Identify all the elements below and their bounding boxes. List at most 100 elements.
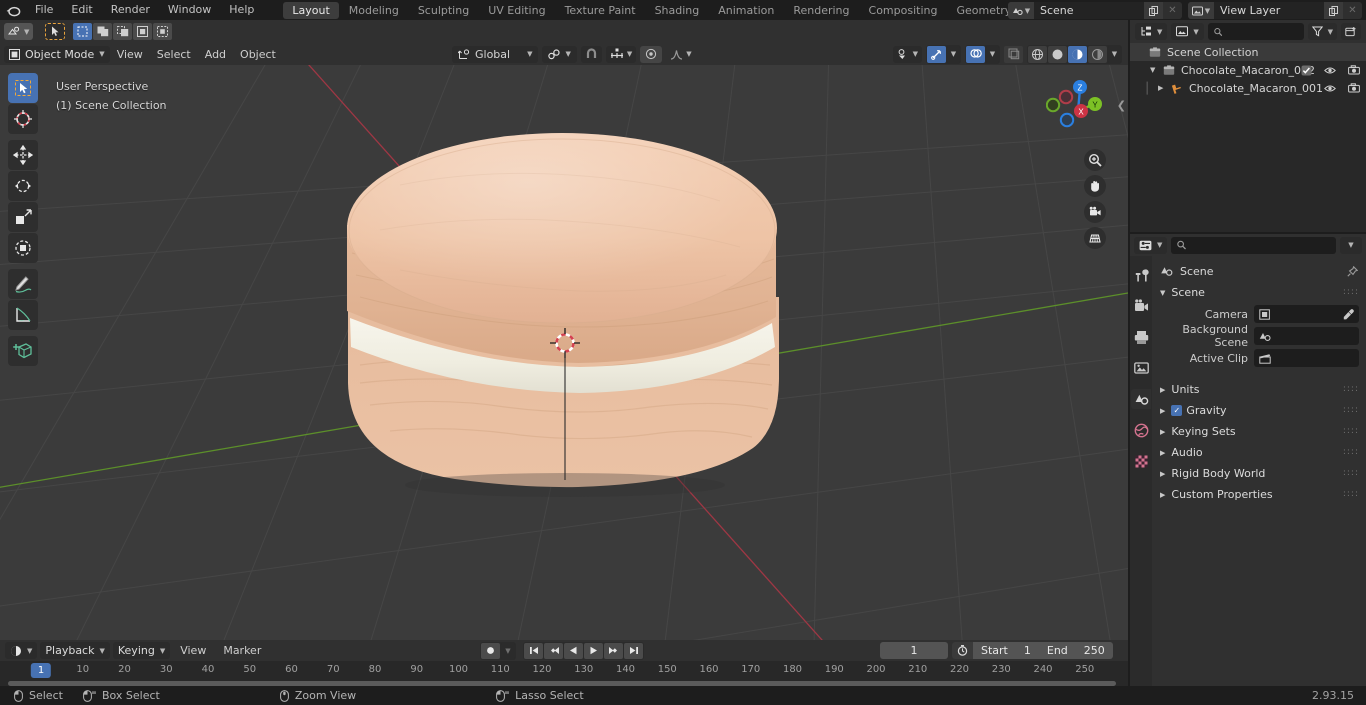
overlay-options-chevron-icon[interactable]: ▼ [986, 45, 999, 63]
properties-search-input[interactable] [1171, 236, 1336, 254]
scene-panel-header[interactable]: ▼ Scene :::: [1152, 282, 1366, 303]
outliner-editor-type-selector[interactable]: ▼ [1135, 23, 1168, 40]
shading-rendered-button[interactable] [1088, 45, 1107, 63]
properties-tab-tool[interactable] [1131, 265, 1151, 285]
select-subtract-button[interactable] [113, 23, 133, 40]
select-extend-button[interactable] [93, 23, 113, 40]
outliner-search-field[interactable] [1227, 25, 1298, 38]
outliner-search-input[interactable] [1207, 23, 1304, 40]
viewport-menu-view[interactable]: View [110, 46, 150, 63]
properties-tab-output[interactable] [1131, 327, 1151, 347]
section-expand-triangle-icon[interactable]: ▶ [1160, 386, 1165, 394]
new-collection-button[interactable] [1341, 23, 1361, 40]
pin-icon[interactable] [1347, 265, 1358, 277]
unlink-scene-button[interactable]: ✕ [1163, 2, 1182, 19]
camera-input[interactable] [1254, 305, 1359, 323]
outliner-row-scene-collection[interactable]: Scene Collection [1130, 43, 1366, 61]
audio-section[interactable]: ▶ Audio :::: [1152, 442, 1366, 463]
xray-toggle-button[interactable] [1004, 45, 1023, 63]
menu-edit[interactable]: Edit [62, 0, 101, 20]
hide-in-viewport-eye-icon[interactable] [1324, 84, 1336, 93]
navigation-gizmo[interactable]: Z Y X [1046, 75, 1110, 139]
snap-toggle-button[interactable] [580, 45, 602, 63]
play-icon[interactable] [584, 642, 603, 659]
disable-in-render-camera-icon[interactable] [1348, 83, 1360, 93]
auto-keying-options-chevron-icon[interactable]: ▼ [501, 642, 515, 659]
workspace-tab-modeling[interactable]: Modeling [340, 2, 408, 19]
keying-sets-section[interactable]: ▶ Keying Sets :::: [1152, 421, 1366, 442]
select-intersect-button[interactable] [133, 23, 153, 40]
zoom-icon[interactable] [1084, 149, 1106, 171]
timeline-menu-view[interactable]: View [173, 642, 213, 659]
proportional-editing-button[interactable]: ▼ [605, 45, 637, 63]
workspace-tab-compositing[interactable]: Compositing [860, 2, 947, 19]
rigid-body-world-section[interactable]: ▶ Rigid Body World :::: [1152, 463, 1366, 484]
outliner-filter-button[interactable]: ▼ [1307, 23, 1337, 40]
outliner-display-mode-selector[interactable]: ▼ [1171, 23, 1204, 40]
exclude-checkbox[interactable] [1301, 65, 1312, 76]
new-view-layer-button[interactable] [1324, 2, 1343, 19]
gizmo-options-chevron-icon[interactable]: ▼ [947, 45, 960, 63]
play-reverse-icon[interactable] [564, 642, 583, 659]
camera-view-icon[interactable] [1084, 201, 1106, 223]
sidebar-collapse-arrow-icon[interactable]: ❮ [1117, 99, 1126, 112]
timeline-menu-playback[interactable]: Playback ▼ [40, 642, 110, 659]
tool-measure[interactable] [8, 300, 38, 330]
menu-window[interactable]: Window [159, 0, 220, 20]
tool-annotate[interactable] [8, 269, 38, 299]
section-expand-triangle-icon[interactable]: ▶ [1160, 491, 1165, 499]
shading-wireframe-button[interactable] [1028, 45, 1047, 63]
record-icon[interactable] [481, 642, 500, 659]
timeline-editor-type-selector[interactable]: ▼ [5, 642, 38, 659]
menu-help[interactable]: Help [220, 0, 263, 20]
proportional-falloff-icon[interactable] [640, 45, 663, 63]
tool-add-cube[interactable] [8, 336, 38, 366]
properties-tab-texture[interactable] [1131, 451, 1151, 471]
view-layer-name[interactable]: View Layer [1214, 2, 1324, 19]
section-expand-triangle-icon[interactable]: ▶ [1160, 449, 1165, 457]
properties-options-chevron-icon[interactable]: ▼ [1340, 236, 1362, 254]
pan-hand-icon[interactable] [1084, 175, 1106, 197]
tool-move[interactable] [8, 140, 38, 170]
workspace-tab-rendering[interactable]: Rendering [784, 2, 858, 19]
properties-tab-view-layer[interactable] [1131, 358, 1151, 378]
gravity-section[interactable]: ▶ ✓ Gravity :::: [1152, 400, 1366, 421]
background-scene-input[interactable] [1254, 327, 1359, 345]
properties-search-field[interactable] [1191, 239, 1330, 251]
visibility-selector[interactable]: ▼ [892, 45, 922, 63]
remove-view-layer-button[interactable]: ✕ [1343, 2, 1362, 19]
disable-in-render-camera-icon[interactable] [1348, 65, 1360, 75]
section-expand-triangle-icon[interactable]: ▶ [1160, 470, 1165, 478]
shading-material-preview-button[interactable] [1068, 45, 1087, 63]
outliner-row-chocolate-macaron-001[interactable]: │ ▶ Chocolate_Macaron_001 [1130, 79, 1366, 97]
custom-properties-section[interactable]: ▶ Custom Properties :::: [1152, 484, 1366, 505]
properties-tab-scene[interactable] [1131, 389, 1151, 409]
tool-scale[interactable] [8, 202, 38, 232]
orthographic-toggle-icon[interactable] [1084, 227, 1106, 249]
select-difference-button[interactable] [153, 23, 173, 40]
blender-logo-icon[interactable] [0, 4, 26, 17]
active-tool-cursor-button[interactable] [45, 23, 66, 40]
show-gizmo-button[interactable] [927, 45, 946, 63]
viewport-menu-object[interactable]: Object [233, 46, 283, 63]
shading-options-chevron-icon[interactable]: ▼ [1108, 45, 1121, 63]
scene-browse-icon[interactable]: ▼ [1008, 2, 1034, 19]
properties-editor-type-selector[interactable]: ▼ [1134, 236, 1168, 254]
tool-rotate[interactable] [8, 171, 38, 201]
viewport-canvas[interactable]: User Perspective (1) Scene Collection Z … [0, 65, 1128, 640]
interaction-mode-selector[interactable]: Object Mode ▼ [4, 45, 110, 63]
shading-solid-button[interactable] [1048, 45, 1067, 63]
workspace-tab-animation[interactable]: Animation [709, 2, 783, 19]
transform-orientation-selector[interactable]: Global ▼ [452, 45, 539, 63]
section-expand-triangle-icon[interactable]: ▶ [1160, 407, 1165, 415]
scene-selector[interactable]: ▼ Scene ✕ [1008, 2, 1182, 19]
section-expand-triangle-icon[interactable]: ▶ [1160, 428, 1165, 436]
workspace-tab-layout[interactable]: Layout [283, 1, 339, 19]
hide-in-viewport-eye-icon[interactable] [1324, 66, 1336, 75]
tool-tweak-select[interactable] [8, 73, 38, 103]
editor-type-selector[interactable]: ▼ [4, 23, 34, 40]
falloff-curve-selector[interactable]: ▼ [666, 46, 695, 63]
workspace-tab-sculpting[interactable]: Sculpting [409, 2, 478, 19]
timeline-ruler[interactable]: 10 20 30 40 50 60 70 80 90 100 110 120 130 140 150 160 1… [0, 661, 1128, 680]
start-frame-field[interactable]: Start 1 [973, 642, 1039, 659]
